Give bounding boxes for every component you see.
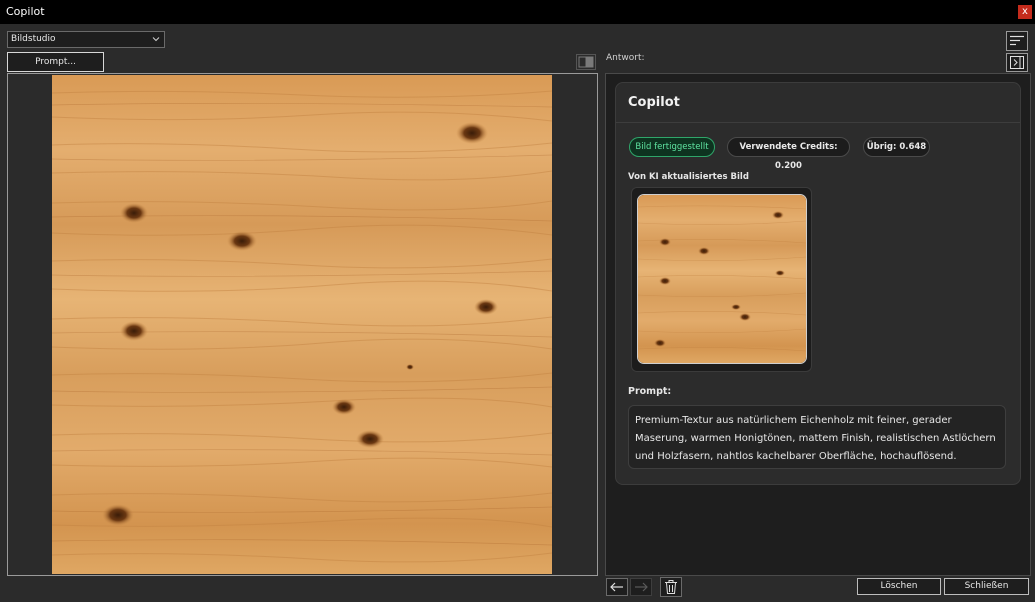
prompt-text-box: Premium-Textur aus natürlichem Eichenhol…: [628, 405, 1006, 469]
remaining-credits-badge: Übrig: 0.648: [863, 137, 930, 157]
arrow-right-icon: [635, 582, 648, 592]
card-title: Copilot: [628, 95, 680, 110]
result-thumbnail[interactable]: [637, 194, 807, 364]
status-badge: Bild fertiggestellt: [629, 137, 715, 157]
credits-used-badge: Verwendete Credits: 0.200: [727, 137, 850, 171]
compare-split-icon[interactable]: [576, 54, 596, 70]
result-thumbnail-frame: [631, 187, 812, 372]
forward-button[interactable]: [630, 578, 652, 596]
sort-button[interactable]: [1006, 31, 1028, 51]
image-canvas[interactable]: [7, 73, 598, 576]
response-pane: Copilot Bild fertiggestellt Verwendete C…: [605, 73, 1031, 576]
mode-select-value: Bildstudio: [11, 34, 56, 44]
window-close-button[interactable]: x: [1018, 5, 1032, 19]
back-button[interactable]: [606, 578, 628, 596]
chevron-down-icon: [152, 37, 160, 42]
wood-texture-image: [52, 75, 552, 574]
sort-lines-icon: [1010, 35, 1024, 46]
prompt-button[interactable]: Prompt...: [7, 52, 104, 72]
window-title: Copilot: [6, 5, 45, 18]
prompt-label: Prompt:: [628, 386, 672, 397]
card-divider: [616, 122, 1020, 123]
delete-entry-button[interactable]: [660, 577, 682, 597]
panel-toggle-button[interactable]: [1006, 53, 1028, 72]
panel-collapse-icon: [1010, 56, 1024, 69]
close-button[interactable]: Schließen: [944, 578, 1029, 595]
mode-select[interactable]: Bildstudio: [7, 31, 165, 48]
trash-icon: [665, 580, 677, 594]
title-bar: Copilot x: [0, 0, 1035, 24]
arrow-left-icon: [610, 582, 623, 592]
response-label: Antwort:: [606, 53, 645, 63]
delete-button[interactable]: Löschen: [857, 578, 941, 595]
updated-image-label: Von KI aktualisiertes Bild: [628, 172, 749, 182]
response-card: Copilot Bild fertiggestellt Verwendete C…: [615, 82, 1021, 485]
prompt-text: Premium-Textur aus natürlichem Eichenhol…: [635, 415, 996, 462]
